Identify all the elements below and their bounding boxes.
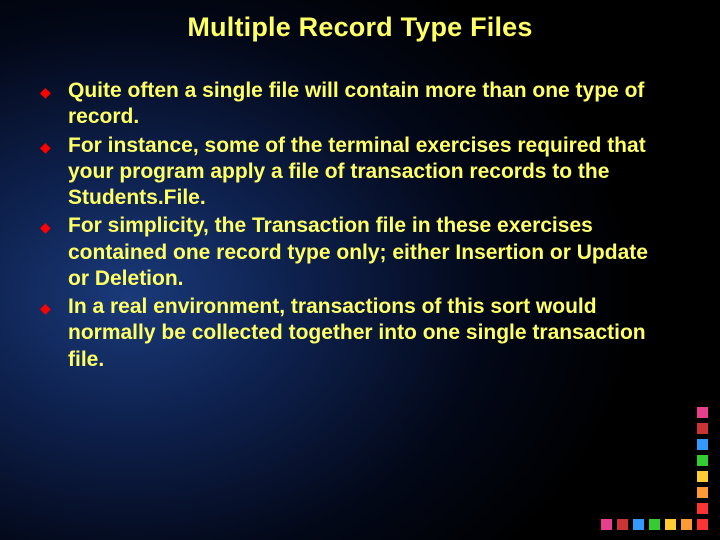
decor-square-icon (681, 519, 692, 530)
bullet-text: For instance, some of the terminal exerc… (68, 133, 660, 212)
list-item: ◆ For simplicity, the Transaction file i… (40, 213, 660, 292)
decor-horizontal (601, 519, 708, 530)
diamond-bullet-icon: ◆ (40, 140, 68, 154)
diamond-bullet-icon: ◆ (40, 220, 68, 234)
decor-square-icon (697, 503, 708, 514)
decor-square-icon (601, 519, 612, 530)
bullet-text: For simplicity, the Transaction file in … (68, 213, 660, 292)
list-item: ◆ Quite often a single file will contain… (40, 78, 660, 131)
decor-square-icon (697, 519, 708, 530)
list-item: ◆ For instance, some of the terminal exe… (40, 133, 660, 212)
decor-square-icon (697, 471, 708, 482)
decor-square-icon (633, 519, 644, 530)
decor-square-icon (697, 455, 708, 466)
bullet-text: In a real environment, transactions of t… (68, 294, 660, 373)
decor-square-icon (697, 487, 708, 498)
decor-vertical (697, 407, 708, 514)
decor-square-icon (617, 519, 628, 530)
decor-square-icon (697, 423, 708, 434)
diamond-bullet-icon: ◆ (40, 301, 68, 315)
slide-title: Multiple Record Type Files (0, 12, 720, 43)
slide-body: ◆ Quite often a single file will contain… (40, 78, 660, 375)
decor-square-icon (697, 407, 708, 418)
list-item: ◆ In a real environment, transactions of… (40, 294, 660, 373)
slide: Multiple Record Type Files ◆ Quite often… (0, 0, 720, 540)
decor-square-icon (649, 519, 660, 530)
decor-square-icon (665, 519, 676, 530)
diamond-bullet-icon: ◆ (40, 85, 68, 99)
bullet-text: Quite often a single file will contain m… (68, 78, 660, 131)
decor-square-icon (697, 439, 708, 450)
